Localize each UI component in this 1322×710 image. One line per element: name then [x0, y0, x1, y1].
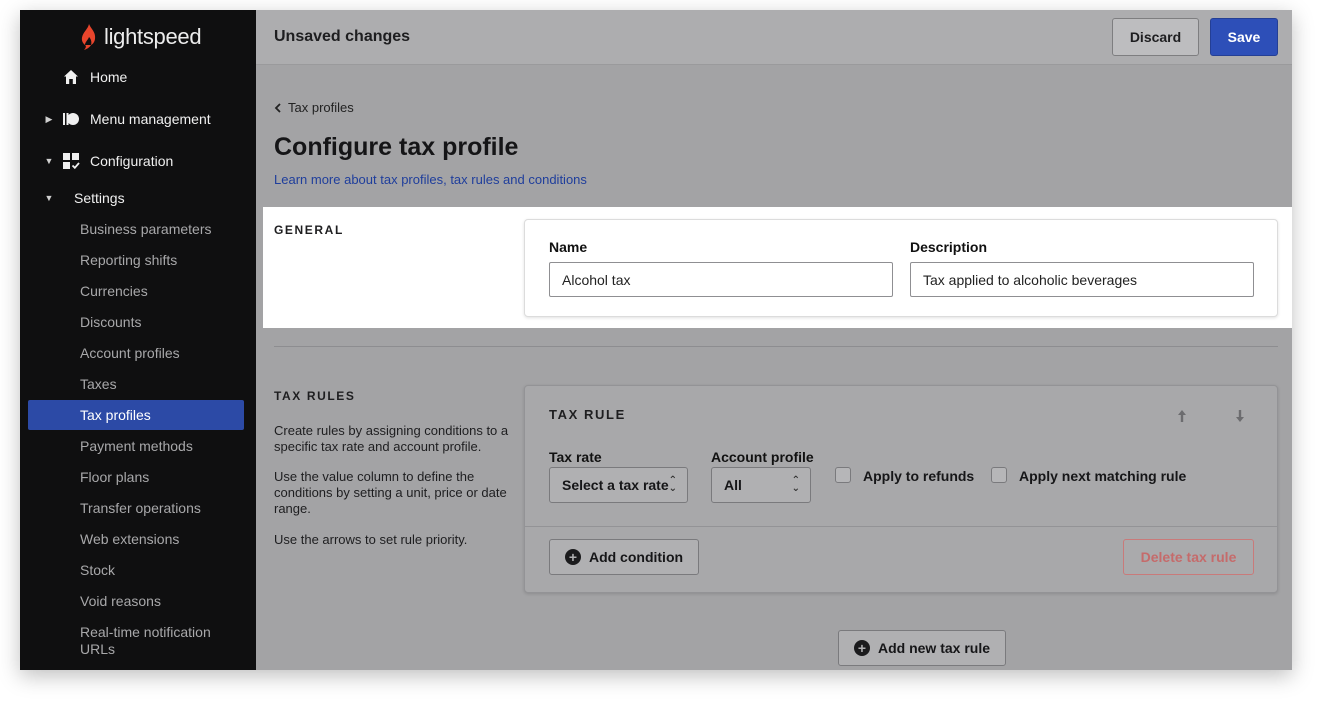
name-label: Name	[549, 239, 588, 255]
sidebar: lightspeed Home ▶ Menu management ▼ Conf…	[20, 10, 256, 670]
tax-rules-help-3: Use the arrows to set rule priority.	[274, 532, 468, 547]
general-section-label: GENERAL	[274, 223, 344, 237]
caret-down-icon[interactable]: ▼	[44, 193, 54, 203]
tax-rules-help-2: Use the value column to define the condi…	[274, 469, 507, 516]
sidebar-item-label: Settings	[74, 190, 125, 206]
save-button[interactable]: Save	[1210, 18, 1278, 56]
add-condition-button[interactable]: + Add condition	[549, 539, 699, 575]
tax-rate-value: Select a tax rate	[562, 477, 669, 493]
main-content: Tax profiles Configure tax profile Learn…	[256, 65, 1292, 670]
section-divider	[274, 346, 1278, 347]
brand-logo[interactable]: lightspeed	[78, 22, 202, 52]
sidebar-item-payment-methods[interactable]: Payment methods	[28, 431, 244, 461]
apply-to-refunds-checkbox[interactable]	[835, 467, 851, 483]
sidebar-item-configuration[interactable]: ▼ Configuration	[20, 146, 256, 176]
learn-more-link[interactable]: Learn more about tax profiles, tax rules…	[274, 172, 587, 187]
sidebar-item-tax-profiles[interactable]: Tax profiles	[28, 400, 244, 430]
general-card: Name Alcohol tax Description Tax applied…	[524, 219, 1278, 317]
brand-name: lightspeed	[104, 24, 202, 49]
description-input[interactable]: Tax applied to alcoholic beverages	[910, 262, 1254, 297]
unsaved-changes-title: Unsaved changes	[274, 28, 411, 45]
sidebar-item-settings[interactable]: ▼ Settings	[20, 183, 256, 213]
lightspeed-flame-icon	[81, 24, 96, 50]
description-label: Description	[910, 239, 988, 255]
sidebar-item-reporting-shifts[interactable]: Reporting shifts	[28, 245, 244, 275]
chevron-left-icon	[274, 102, 281, 113]
account-profile-value: All	[724, 477, 742, 493]
caret-right-icon[interactable]: ▶	[44, 114, 54, 124]
tax-rule-card: TAX RULE Tax rate Select a tax rate ⌃ ⌄ A…	[524, 385, 1278, 593]
sidebar-item-currencies[interactable]: Currencies	[28, 276, 244, 306]
select-chevron-icon: ⌃ ⌄	[668, 475, 677, 494]
sidebar-item-label: Configuration	[90, 153, 174, 169]
select-chevron-icon: ⌃ ⌄	[791, 475, 800, 494]
plus-circle-icon: +	[564, 549, 581, 565]
app-window: lightspeed Home ▶ Menu management ▼ Conf…	[20, 10, 1292, 670]
tax-rule-title: TAX RULE	[549, 407, 626, 422]
tax-rate-select[interactable]: Select a tax rate ⌃ ⌄	[549, 467, 688, 503]
sidebar-item-floor-plans[interactable]: Floor plans	[28, 462, 244, 492]
sidebar-item-web-extensions[interactable]: Web extensions	[28, 524, 244, 554]
tax-rate-label: Tax rate	[549, 449, 602, 465]
sidebar-item-transfer-operations[interactable]: Transfer operations	[28, 493, 244, 523]
sidebar-item-stock[interactable]: Stock	[28, 555, 244, 585]
account-profile-select[interactable]: All ⌃ ⌄	[711, 467, 811, 503]
configuration-icon	[62, 152, 80, 170]
apply-next-matching-rule-checkbox[interactable]	[991, 467, 1007, 483]
sidebar-item-business-parameters[interactable]: Business parameters	[28, 214, 244, 244]
add-new-tax-rule-button[interactable]: + Add new tax rule	[838, 630, 1006, 666]
sidebar-item-discounts[interactable]: Discounts	[28, 307, 244, 337]
discard-button[interactable]: Discard	[1112, 18, 1199, 56]
sidebar-item-account-profiles[interactable]: Account profiles	[28, 338, 244, 368]
plus-circle-icon: +	[853, 640, 870, 656]
sidebar-item-label: Menu management	[90, 111, 211, 127]
back-link[interactable]: Tax profiles	[274, 100, 354, 115]
page-title: Configure tax profile	[274, 133, 519, 161]
add-condition-label: Add condition	[588, 549, 684, 565]
apply-to-refunds-label[interactable]: Apply to refunds	[863, 468, 974, 484]
sidebar-item-home[interactable]: Home	[20, 62, 256, 92]
menu-management-icon	[62, 110, 80, 128]
back-link-label: Tax profiles	[288, 100, 354, 115]
apply-next-matching-rule-label[interactable]: Apply next matching rule	[1019, 468, 1186, 484]
tax-rules-help-1: Create rules by assigning conditions to …	[274, 423, 509, 454]
arrow-up-icon[interactable]	[1173, 406, 1191, 426]
add-new-tax-rule-label: Add new tax rule	[877, 640, 991, 656]
sidebar-item-realtime-notification-urls[interactable]: Real-time notification URLs	[28, 621, 244, 661]
general-section: GENERAL Name Alcohol tax Description Tax…	[263, 207, 1292, 328]
sidebar-item-void-reasons[interactable]: Void reasons	[28, 586, 244, 616]
tax-rules-section-label: TAX RULES	[274, 389, 356, 403]
tax-rule-settings: TAX RULE Tax rate Select a tax rate ⌃ ⌄ A…	[525, 386, 1277, 527]
home-icon	[62, 68, 80, 86]
sidebar-item-taxes[interactable]: Taxes	[28, 369, 244, 399]
account-profile-label: Account profile	[711, 449, 814, 465]
delete-tax-rule-button[interactable]: Delete tax rule	[1123, 539, 1254, 575]
arrow-down-icon[interactable]	[1231, 406, 1249, 426]
caret-down-icon[interactable]: ▼	[44, 156, 54, 166]
name-input[interactable]: Alcohol tax	[549, 262, 893, 297]
sidebar-item-menu-management[interactable]: ▶ Menu management	[20, 104, 256, 134]
unsaved-changes-bar: Unsaved changes Discard Save	[256, 10, 1292, 65]
sidebar-item-label: Home	[90, 69, 128, 85]
